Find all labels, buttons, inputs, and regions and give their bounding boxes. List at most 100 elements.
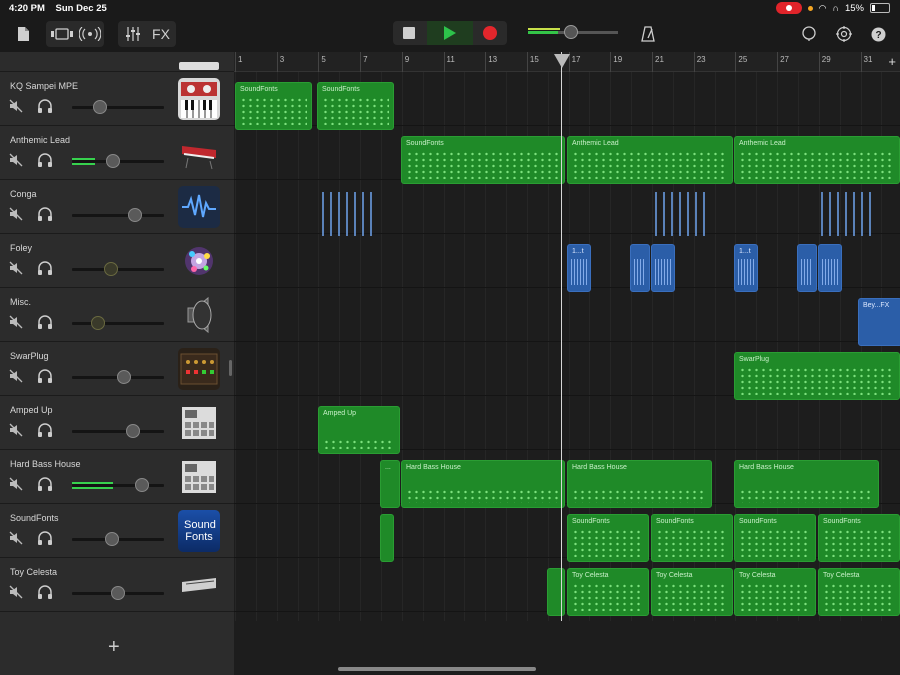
playhead[interactable] bbox=[561, 52, 562, 621]
fx-button[interactable]: FX bbox=[148, 21, 174, 47]
track-header[interactable]: Toy Celesta bbox=[0, 558, 234, 612]
region-foley[interactable]: 1...t bbox=[734, 244, 758, 292]
track-volume-slider[interactable] bbox=[72, 208, 164, 222]
track-volume-knob[interactable] bbox=[134, 478, 149, 492]
track-header[interactable]: Amped Up bbox=[0, 396, 234, 450]
track-header[interactable]: Foley bbox=[0, 234, 234, 288]
settings-gear-icon[interactable] bbox=[832, 21, 856, 47]
track-volume-slider[interactable] bbox=[72, 316, 164, 330]
region-anthemic-lead[interactable]: Anthemic Lead bbox=[567, 136, 733, 184]
region-conga[interactable] bbox=[819, 190, 879, 238]
region-soundfonts[interactable]: SoundFonts bbox=[818, 514, 900, 562]
region-soundfonts[interactable]: SoundFonts bbox=[317, 82, 394, 130]
region-soundfonts[interactable]: SoundFonts bbox=[734, 514, 816, 562]
synth-keyboard-icon[interactable] bbox=[178, 78, 220, 120]
region-toy-celesta[interactable]: Toy Celesta bbox=[651, 568, 733, 616]
red-keyboard-icon[interactable] bbox=[178, 132, 220, 174]
region-hard-bass-house[interactable]: Hard Bass House bbox=[734, 460, 879, 508]
region-foley[interactable] bbox=[797, 244, 817, 292]
mute-speaker-icon[interactable] bbox=[9, 531, 23, 545]
region-short[interactable]: ... bbox=[380, 460, 400, 508]
speaker-icon[interactable] bbox=[178, 294, 220, 336]
add-track-button[interactable]: + bbox=[108, 636, 120, 659]
region-short[interactable] bbox=[380, 514, 394, 562]
solo-headphones-icon[interactable] bbox=[37, 206, 53, 222]
track-volume-knob[interactable] bbox=[105, 532, 120, 546]
mixer-sliders-icon[interactable] bbox=[122, 21, 144, 47]
track-volume-slider[interactable] bbox=[72, 154, 164, 168]
track-volume-knob[interactable] bbox=[111, 586, 125, 600]
region-foley[interactable] bbox=[651, 244, 675, 292]
mute-speaker-icon[interactable] bbox=[9, 423, 23, 437]
track-header[interactable]: SwarPlug bbox=[0, 342, 234, 396]
keyboard-icon[interactable] bbox=[178, 564, 220, 606]
region-foley[interactable] bbox=[630, 244, 650, 292]
track-volume-slider[interactable] bbox=[72, 586, 164, 600]
mute-speaker-icon[interactable] bbox=[9, 153, 23, 167]
stop-button[interactable] bbox=[403, 27, 415, 39]
drum-machine-icon[interactable] bbox=[178, 456, 220, 498]
mute-speaker-icon[interactable] bbox=[9, 585, 23, 599]
region-hard-bass-house[interactable]: Hard Bass House bbox=[401, 460, 565, 508]
region-beyond-fx[interactable]: Bey...FX bbox=[858, 298, 900, 346]
region-short[interactable] bbox=[547, 568, 565, 616]
solo-headphones-icon[interactable] bbox=[37, 314, 53, 330]
solo-headphones-icon[interactable] bbox=[37, 476, 53, 492]
region-swarplug[interactable]: SwarPlug bbox=[734, 352, 900, 400]
track-volume-slider[interactable] bbox=[72, 370, 164, 384]
help-icon[interactable]: ? bbox=[866, 21, 890, 47]
track-volume-slider[interactable] bbox=[72, 478, 164, 492]
track-volume-knob[interactable] bbox=[116, 370, 131, 384]
track-header[interactable]: Misc. bbox=[0, 288, 234, 342]
soundfonts-icon[interactable]: Sound Fonts bbox=[178, 510, 220, 552]
solo-headphones-icon[interactable] bbox=[37, 422, 53, 438]
track-volume-knob[interactable] bbox=[92, 100, 107, 114]
mute-speaker-icon[interactable] bbox=[9, 207, 23, 221]
live-loops-icon[interactable] bbox=[78, 21, 102, 47]
solo-headphones-icon[interactable] bbox=[37, 98, 53, 114]
region-foley[interactable]: 1...t bbox=[567, 244, 591, 292]
track-volume-slider[interactable] bbox=[72, 262, 164, 276]
solo-headphones-icon[interactable] bbox=[37, 152, 53, 168]
region-conga[interactable] bbox=[320, 190, 380, 238]
region-conga[interactable] bbox=[653, 190, 713, 238]
track-header[interactable]: SoundFonts Sound Fonts bbox=[0, 504, 234, 558]
mute-speaker-icon[interactable] bbox=[9, 261, 23, 275]
track-header[interactable]: Hard Bass House bbox=[0, 450, 234, 504]
region-amped-up[interactable]: Amped Up bbox=[318, 406, 400, 454]
master-volume-slider[interactable] bbox=[528, 25, 618, 39]
solo-headphones-icon[interactable] bbox=[37, 260, 53, 276]
sparkle-burst-icon[interactable] bbox=[178, 240, 220, 282]
waveform-icon[interactable] bbox=[178, 186, 220, 228]
loops-browser-icon[interactable] bbox=[797, 21, 821, 47]
playhead-handle[interactable] bbox=[554, 54, 570, 68]
drum-machine-icon[interactable] bbox=[178, 402, 220, 444]
add-section-button[interactable]: + bbox=[888, 54, 896, 69]
hardware-unit-icon[interactable] bbox=[178, 348, 220, 390]
mute-speaker-icon[interactable] bbox=[9, 315, 23, 329]
region-foley[interactable] bbox=[818, 244, 842, 292]
track-volume-knob[interactable] bbox=[90, 316, 105, 330]
solo-headphones-icon[interactable] bbox=[37, 584, 53, 600]
browser-view-icon[interactable] bbox=[50, 21, 74, 47]
region-toy-celesta[interactable]: Toy Celesta bbox=[567, 568, 649, 616]
region-hard-bass-house[interactable]: Hard Bass House bbox=[567, 460, 712, 508]
mute-speaker-icon[interactable] bbox=[9, 99, 23, 113]
track-volume-knob[interactable] bbox=[103, 262, 118, 276]
mute-speaker-icon[interactable] bbox=[9, 369, 23, 383]
region-anthemic-lead[interactable]: Anthemic Lead bbox=[734, 136, 900, 184]
play-button[interactable] bbox=[427, 21, 473, 45]
track-volume-slider[interactable] bbox=[72, 424, 164, 438]
track-volume-knob[interactable] bbox=[127, 208, 142, 222]
track-volume-slider[interactable] bbox=[72, 532, 164, 546]
region-toy-celesta[interactable]: Toy Celesta bbox=[818, 568, 900, 616]
track-volume-knob[interactable] bbox=[125, 424, 140, 438]
track-header[interactable]: KQ Sampei MPE bbox=[0, 72, 234, 126]
mute-speaker-icon[interactable] bbox=[9, 477, 23, 491]
panel-resize-handle[interactable] bbox=[229, 360, 232, 376]
track-header[interactable]: Conga bbox=[0, 180, 234, 234]
region-soundfonts[interactable]: SoundFonts bbox=[235, 82, 312, 130]
metronome-icon[interactable] bbox=[636, 21, 660, 47]
track-volume-slider[interactable] bbox=[72, 100, 164, 114]
region-toy-celesta[interactable]: Toy Celesta bbox=[734, 568, 816, 616]
